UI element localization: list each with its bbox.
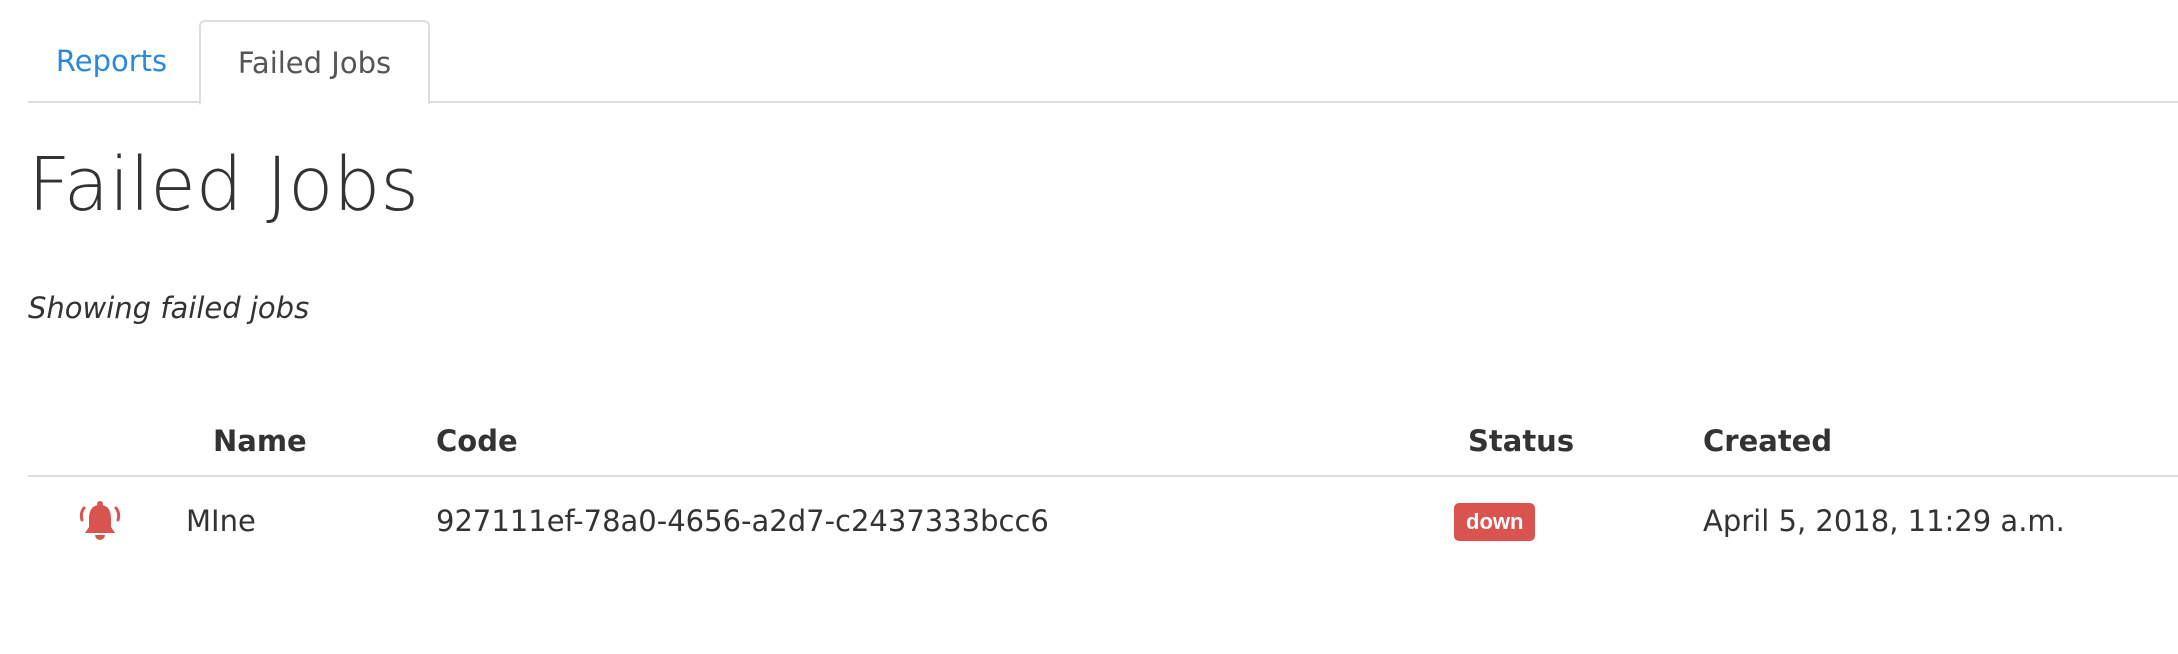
page-subtitle: Showing failed jobs: [28, 291, 310, 325]
page-title: Failed Jobs: [28, 142, 419, 228]
column-header-code: Code: [436, 424, 518, 458]
bell-icon: [78, 499, 122, 543]
tab-reports[interactable]: Reports: [28, 20, 195, 103]
status-badge: down: [1454, 503, 1536, 541]
column-header-created: Created: [1703, 424, 1833, 458]
table-header: Name Code Status Created: [28, 405, 2178, 477]
tab-failed-jobs[interactable]: Failed Jobs: [199, 20, 430, 105]
nav-tabs: Reports Failed Jobs: [28, 20, 2178, 105]
table-row[interactable]: MIne 927111ef-78a0-4656-a2d7-c2437333bcc…: [28, 477, 2178, 567]
job-code: 927111ef-78a0-4656-a2d7-c2437333bcc6: [436, 504, 1049, 538]
column-header-name: Name: [213, 424, 307, 458]
job-name: MIne: [186, 504, 256, 538]
job-created: April 5, 2018, 11:29 a.m.: [1703, 504, 2065, 538]
column-header-status: Status: [1468, 424, 1575, 458]
failed-jobs-table: Name Code Status Created MIne 927111ef-7…: [28, 405, 2178, 567]
